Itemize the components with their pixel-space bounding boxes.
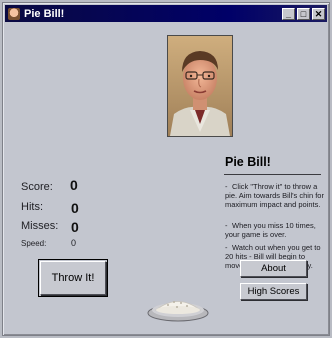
maximize-button[interactable]: □	[297, 7, 310, 20]
app-icon	[8, 7, 20, 20]
pie-icon	[146, 293, 210, 323]
speed-label: Speed:	[21, 239, 47, 248]
hits-label: Hits:	[21, 201, 43, 213]
heading-divider	[224, 174, 321, 175]
close-button[interactable]: ✕	[312, 7, 325, 20]
instruction-text: When you miss 10 times, your game is ove…	[225, 221, 316, 239]
misses-value: 0	[71, 219, 79, 235]
window-title: Pie Bill!	[24, 7, 65, 20]
throw-button[interactable]: Throw It!	[38, 259, 108, 297]
misses-label: Misses:	[21, 220, 59, 232]
instruction-2: - When you miss 10 times, your game is ov…	[225, 221, 325, 239]
instruction-text: Click "Throw it" to throw a pie. Aim tow…	[225, 182, 324, 209]
instruction-1: - Click "Throw it" to throw a pie. Aim to…	[225, 182, 325, 209]
minimize-button[interactable]: _	[282, 7, 295, 20]
bullet: -	[225, 243, 228, 252]
speed-value: 0	[71, 238, 77, 248]
bill-photo	[167, 35, 233, 137]
score-value: 0	[70, 177, 78, 193]
pie-image	[147, 301, 209, 322]
bullet: -	[225, 221, 228, 230]
game-heading: Pie Bill!	[225, 155, 271, 169]
high-scores-button[interactable]: High Scores	[240, 283, 307, 300]
about-button[interactable]: About	[240, 260, 307, 277]
score-label: Score:	[21, 181, 53, 193]
game-window: Pie Bill! _ □ ✕ Pie Bill! - Click "Throw…	[2, 2, 330, 336]
bill-portrait-image	[168, 36, 232, 136]
title-bar[interactable]: Pie Bill! _ □ ✕	[5, 5, 327, 22]
bullet: -	[225, 182, 228, 191]
hits-value: 0	[71, 200, 79, 216]
